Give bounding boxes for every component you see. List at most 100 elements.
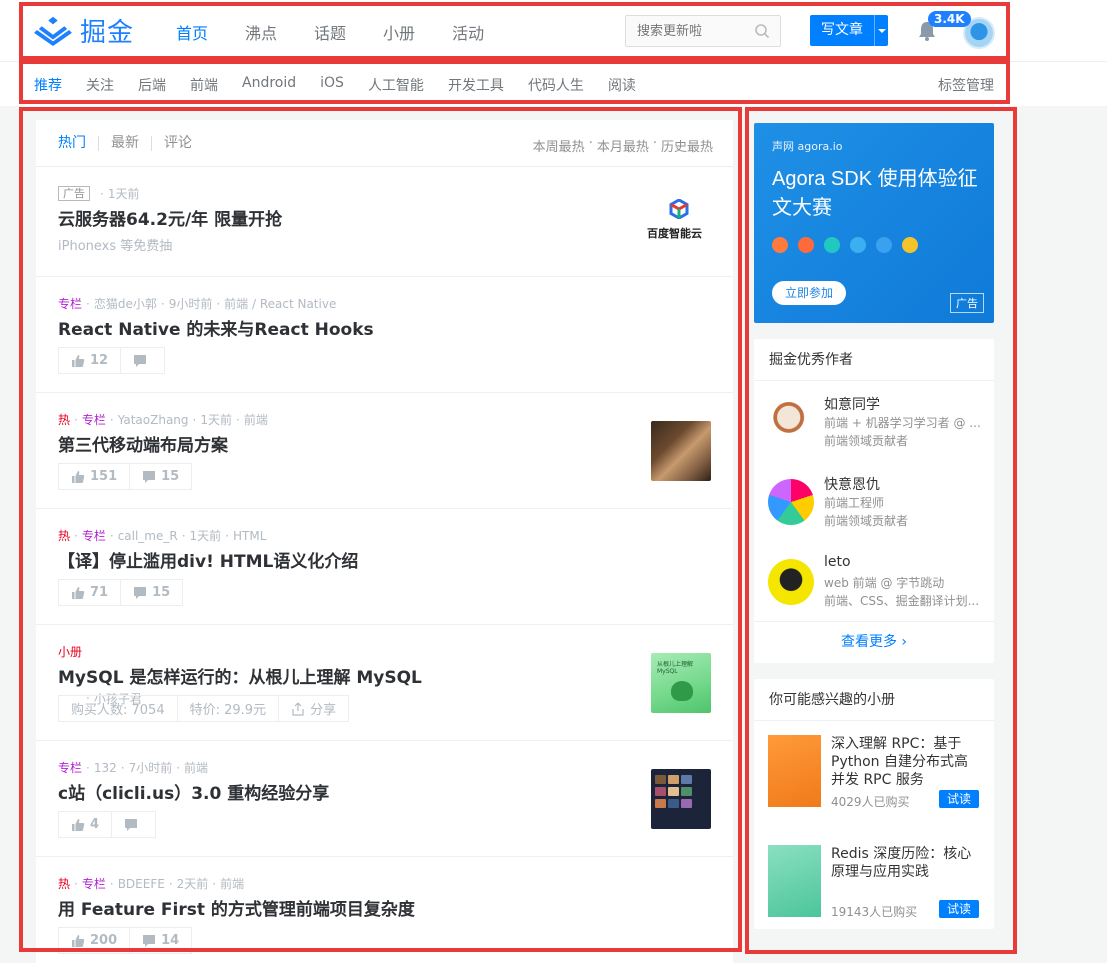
book-item[interactable]: Redis 深度历险：核心原理与应用实践 19143人已购买 试读 (754, 831, 994, 941)
juejin-logo[interactable]: 掘金 (34, 12, 134, 48)
entry-author[interactable]: 132 (94, 761, 117, 775)
try-read-button[interactable]: 试读 (939, 900, 979, 918)
feed-tabs: 热门 最新 评论 (58, 136, 204, 151)
column-label: 专栏 (81, 877, 106, 891)
baidu-cloud-text: 百度智能云 (647, 227, 702, 240)
search-icon[interactable] (754, 23, 770, 39)
tab-comments[interactable]: 评论 (151, 136, 204, 151)
view-more-link[interactable]: 查看更多 › (754, 621, 994, 661)
author-item[interactable]: leto web 前端 @ 字节跳动 前端、CSS、掘金翻译计划... (754, 541, 994, 621)
tag-ios[interactable]: iOS (320, 75, 344, 95)
write-dropdown-icon[interactable] (874, 15, 888, 46)
nav-pins[interactable]: 沸点 (245, 20, 277, 44)
feed-entry[interactable]: 热 · 专栏 · call_me_R · 1天前 · HTML 【译】停止滥用div! … (36, 509, 733, 625)
feed-entry[interactable]: 热 · 专栏 · YataoZhang · 1天前 · 前端 第三代移动端布局方案 15… (36, 393, 733, 509)
hot-label: 热 (58, 877, 71, 891)
entry-author[interactable]: 恋猫de小郭 (94, 295, 157, 312)
search-box (625, 15, 781, 47)
tag-recommend[interactable]: 推荐 (34, 75, 62, 95)
tag-reading[interactable]: 阅读 (608, 75, 636, 95)
comment-icon (143, 470, 156, 483)
authors-title: 掘金优秀作者 (754, 339, 994, 381)
entry-tags[interactable]: 前端 (220, 875, 244, 892)
feed-sort: 本周最热 · 本月最热 · 历史最热 (532, 136, 713, 155)
entry-title[interactable]: 第三代移动端布局方案 (58, 431, 228, 456)
author-avatar (768, 399, 814, 445)
entry-tags[interactable]: 前端 / React Native (224, 295, 336, 312)
write-article-button[interactable]: 写文章 (810, 15, 888, 46)
tag-backend[interactable]: 后端 (138, 75, 166, 95)
nav-books[interactable]: 小册 (383, 20, 415, 44)
comment-button[interactable]: 14 (129, 928, 191, 953)
tag-manage-link[interactable]: 标签管理 (938, 75, 994, 95)
sort-month[interactable]: 本月最热 (597, 136, 649, 155)
entry-thumbnail[interactable] (651, 769, 711, 829)
author-avatar (768, 559, 814, 605)
like-count: 200 (90, 933, 118, 948)
like-button[interactable]: 71 (59, 580, 120, 605)
entry-title[interactable]: MySQL 是怎样运行的：从根儿上理解 MySQL (58, 663, 422, 688)
entry-author[interactable]: YataoZhang (118, 413, 189, 427)
author-name: 快意恩仇 (824, 477, 880, 493)
comment-button[interactable]: 15 (129, 464, 191, 489)
entry-title[interactable]: 【译】停止滥用div! HTML语义化介绍 (58, 547, 358, 572)
share-label: 分享 (310, 703, 337, 718)
book-cover (768, 735, 821, 807)
share-button[interactable]: 分享 (278, 696, 348, 721)
book-item[interactable]: 深入理解 RPC：基于 Python 自建分布式高并发 RPC 服务 4029人… (754, 721, 994, 831)
like-button[interactable]: 12 (59, 348, 120, 373)
column-label: 专栏 (58, 761, 83, 775)
books-panel: 你可能感兴趣的小册 深入理解 RPC：基于 Python 自建分布式高并发 RP… (754, 679, 994, 929)
comment-button[interactable]: 15 (120, 580, 182, 605)
sort-week[interactable]: 本周最热 (533, 136, 585, 155)
entry-thumbnail[interactable] (651, 421, 711, 481)
like-button[interactable]: 151 (59, 464, 129, 489)
feed-entry[interactable]: 专栏 · 恋猫de小郭 · 9小时前 · 前端 / React Native Reac… (36, 277, 733, 393)
feed-entry[interactable]: 专栏 · 132 · 7小时前 · 前端 c站（clicli.us）3.0 重构经验分… (36, 741, 733, 857)
books-title: 你可能感兴趣的小册 (754, 679, 994, 721)
entry-title[interactable]: c站（clicli.us）3.0 重构经验分享 (58, 779, 329, 804)
book-buyers: 19143人已购买 (831, 905, 918, 919)
comment-icon (125, 818, 138, 831)
entry-title[interactable]: React Native 的未来与React Hooks (58, 315, 374, 340)
feed-entry-book[interactable]: 小册 · 小孩子君 MySQL 是怎样运行的：从根儿上理解 MySQL 购买人数:… (36, 625, 733, 741)
book-cover-thumbnail[interactable]: 从根儿上理解 MySQL (651, 653, 711, 713)
entry-author[interactable]: call_me_R (118, 529, 178, 543)
feed-entry-ad[interactable]: 广告 · 1天前 云服务器64.2元/年 限量开抢 iPhonexs 等免费抽 百… (36, 167, 733, 277)
comment-button[interactable] (120, 348, 164, 373)
comment-button[interactable] (111, 812, 155, 837)
entry-tags[interactable]: 前端 (244, 411, 268, 428)
sort-all-time[interactable]: 历史最热 (661, 136, 713, 155)
hot-label: 热 (58, 413, 71, 427)
feed-entry[interactable]: 热 · 专栏 · BDEEFE · 2天前 · 前端 用 Feature First 的… (36, 857, 733, 963)
entry-title[interactable]: 用 Feature First 的方式管理前端项目复杂度 (58, 895, 415, 920)
entry-tags[interactable]: HTML (233, 529, 266, 543)
author-item[interactable]: 快意恩仇 前端工程师 前端领域贡献者 (754, 461, 994, 541)
search-input[interactable] (626, 16, 746, 46)
like-button[interactable]: 4 (59, 812, 111, 837)
tag-android[interactable]: Android (242, 75, 296, 95)
tag-code-life[interactable]: 代码人生 (528, 75, 584, 95)
ad-title: Agora SDK 使用体验征文大赛 (772, 168, 978, 219)
tag-frontend[interactable]: 前端 (190, 75, 218, 95)
nav-events[interactable]: 活动 (452, 20, 484, 44)
entry-actions: 12 (58, 347, 166, 374)
entry-author[interactable]: BDEEFE (118, 877, 165, 891)
join-now-button[interactable]: 立即参加 (772, 281, 846, 305)
tag-ai[interactable]: 人工智能 (368, 75, 424, 95)
nav-home[interactable]: 首页 (176, 20, 208, 44)
like-button[interactable]: 200 (59, 928, 129, 953)
top-authors-panel: 掘金优秀作者 如意同学 前端 + 机器学习学习者 @ ... 前端领域贡献者 快… (754, 339, 994, 663)
nav-topics[interactable]: 话题 (314, 20, 346, 44)
tag-devtools[interactable]: 开发工具 (448, 75, 504, 95)
entry-tags[interactable]: 前端 (184, 759, 208, 776)
tab-latest[interactable]: 最新 (98, 136, 151, 151)
entry-title[interactable]: 云服务器64.2元/年 限量开抢 (58, 205, 282, 230)
author-item[interactable]: 如意同学 前端 + 机器学习学习者 @ ... 前端领域贡献者 (754, 381, 994, 461)
tab-hot[interactable]: 热门 (58, 136, 98, 151)
agora-ad-banner[interactable]: 声网 agora.io Agora SDK 使用体验征文大赛 立即参加 广告 (754, 123, 994, 323)
like-count: 12 (90, 353, 109, 368)
top-header: 掘金 首页 沸点 话题 小册 活动 写文章 3.4K (0, 0, 1107, 62)
tag-following[interactable]: 关注 (86, 75, 114, 95)
try-read-button[interactable]: 试读 (939, 790, 979, 808)
